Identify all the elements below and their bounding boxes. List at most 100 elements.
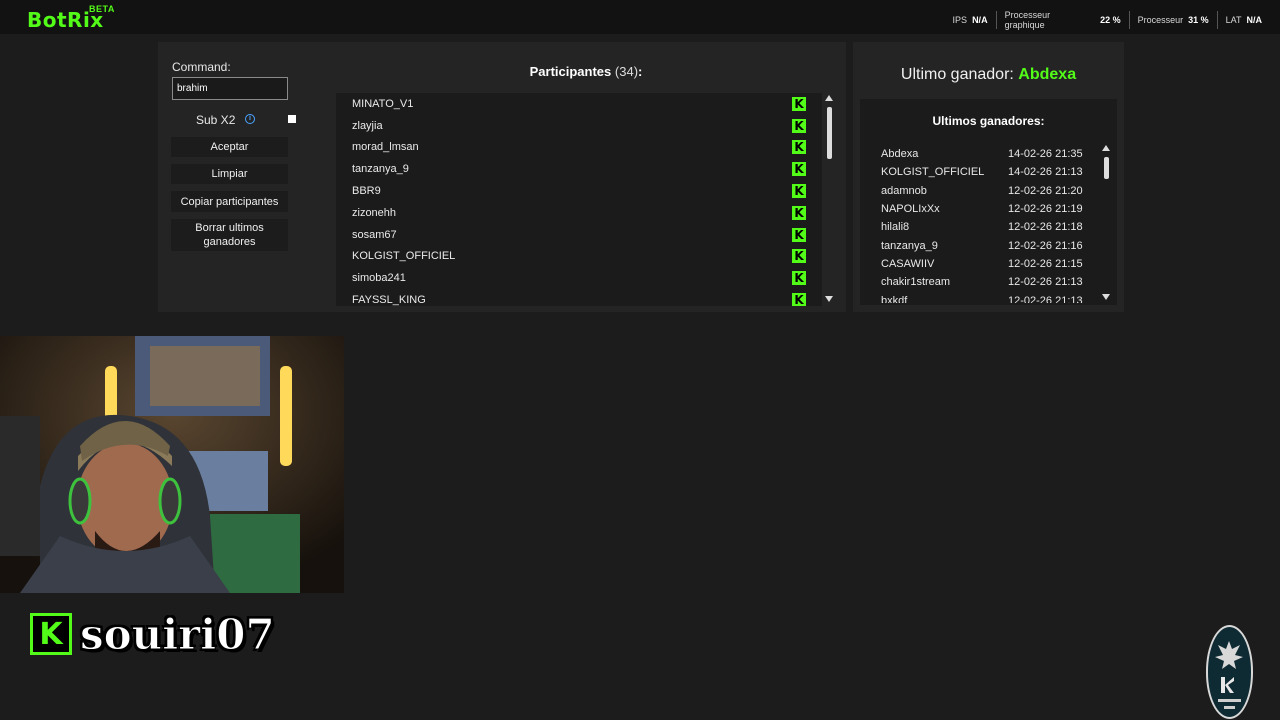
scroll-up-icon[interactable]: [1102, 145, 1110, 151]
winner-date: 12-02-26 21:20: [1008, 184, 1083, 197]
info-icon[interactable]: i: [245, 114, 255, 124]
top-bar: BotRix BETA IPS N/A Processeur graphique…: [0, 0, 1280, 34]
command-label: Command:: [172, 60, 231, 74]
performance-stats: IPS N/A Processeur graphique 22 % Proces…: [945, 10, 1270, 30]
participants-list[interactable]: MINATO_V1 Kzlayjia Kmorad_lmsan Ktanzanya_9…: [336, 93, 822, 306]
kick-icon: K: [792, 293, 806, 306]
gpu-value: 22 %: [1100, 15, 1121, 25]
gpu-label: Processeur graphique: [1005, 10, 1051, 30]
participant-name: FAYSSL_KING: [352, 294, 426, 306]
kick-icon: K: [792, 140, 806, 155]
winner-row: tanzanya_9 12-02-26 21:16: [881, 236, 1101, 254]
scroll-thumb[interactable]: [827, 107, 832, 159]
participant-row[interactable]: sosam67 K: [336, 224, 822, 246]
participant-name: BBR9: [352, 185, 381, 198]
winner-date: 12-02-26 21:13: [1008, 276, 1083, 289]
last-winner-name: Abdexa: [1018, 66, 1077, 83]
participant-row[interactable]: morad_lmsan K: [336, 137, 822, 159]
winner-date: 12-02-26 21:19: [1008, 203, 1083, 216]
participant-row[interactable]: zizonehh K: [336, 202, 822, 224]
participant-name: tanzanya_9: [352, 163, 409, 176]
participant-row[interactable]: BBR9 K: [336, 180, 822, 202]
participant-name: morad_lmsan: [352, 141, 419, 154]
cpu-stat: Processeur 31 %: [1128, 11, 1217, 29]
participant-row[interactable]: MINATO_V1 K: [336, 93, 822, 115]
kick-icon: K: [792, 205, 806, 220]
winners-panel: Ultimo ganador: Abdexa Ultimos ganadores…: [853, 42, 1124, 312]
winner-date: 12-02-26 21:15: [1008, 257, 1083, 270]
winner-row: adamnob 12-02-26 21:20: [881, 182, 1101, 200]
winner-name: tanzanya_9: [881, 239, 938, 252]
winner-row: CASAWIIV 12-02-26 21:15: [881, 255, 1101, 273]
winner-name: hilali8: [881, 221, 910, 234]
scroll-thumb[interactable]: [1104, 157, 1109, 179]
sub-x2-label: Sub X2: [196, 113, 236, 127]
participant-row[interactable]: tanzanya_9 K: [336, 158, 822, 180]
participant-row[interactable]: KOLGIST_OFFICIEL K: [336, 246, 822, 268]
last-winners-box: Ultimos ganadores: Abdexa 14-02-26 21:35 K…: [860, 99, 1117, 305]
participants-title-colon: :: [638, 64, 643, 79]
winner-row: bxkdf 12-02-26 21:13: [881, 291, 1101, 303]
winner-date: 14-02-26 21:35: [1008, 148, 1083, 161]
gpu-label-line1: Processeur: [1004, 10, 1051, 20]
winner-date: 12-02-26 21:18: [1008, 221, 1083, 234]
last-winners-title: Ultimos ganadores:: [932, 114, 1045, 128]
winner-name: KOLGIST_OFFICIEL: [881, 166, 985, 179]
cpu-value: 31 %: [1188, 15, 1209, 25]
delete-last-winners-button[interactable]: Borrar ultimos ganadores: [171, 219, 288, 251]
clear-button[interactable]: Limpiar: [171, 164, 288, 184]
participant-name: zizonehh: [352, 206, 397, 219]
last-winner-heading: Ultimo ganador: Abdexa: [853, 66, 1124, 84]
participant-name: zlayjia: [352, 119, 383, 132]
gpu-label-line2: graphique: [1004, 20, 1045, 30]
kick-icon: K: [792, 227, 806, 242]
webcam-feed: [0, 336, 344, 593]
participant-row[interactable]: FAYSSL_KING K: [336, 289, 822, 306]
copy-participants-button[interactable]: Copiar participantes: [171, 191, 288, 212]
winner-row: Abdexa 14-02-26 21:35: [881, 145, 1101, 163]
kick-icon: K: [792, 96, 806, 111]
phoenix-emblem-icon: [1215, 641, 1243, 709]
participant-name: sosam67: [352, 228, 397, 241]
participant-name: KOLGIST_OFFICIEL: [352, 250, 456, 263]
winner-row: KOLGIST_OFFICIEL 14-02-26 21:13: [881, 163, 1101, 181]
participant-row[interactable]: zlayjia K: [336, 115, 822, 137]
ips-label: IPS: [952, 15, 968, 25]
winner-name: chakir1stream: [881, 276, 951, 289]
last-winners-list[interactable]: Abdexa 14-02-26 21:35 KOLGIST_OFFICIEL 14-0…: [881, 145, 1101, 303]
webcam-image: [0, 336, 344, 593]
lat-value: N/A: [1246, 15, 1263, 25]
scroll-down-icon[interactable]: [825, 296, 833, 302]
latency-stat: LAT N/A: [1216, 11, 1270, 29]
kick-icon: K: [792, 184, 806, 199]
participants-count: (34): [614, 64, 639, 79]
winner-date: 12-02-26 21:13: [1008, 294, 1083, 303]
winner-row: NAPOLIxXx 12-02-26 21:19: [881, 200, 1101, 218]
kick-icon: K: [792, 118, 806, 133]
participant-name: simoba241: [352, 272, 406, 285]
giveaway-panel: Command: Sub X2 i Aceptar Limpiar Copiar…: [158, 42, 846, 312]
gpu-stat: Processeur graphique 22 %: [995, 10, 1129, 30]
participants-title-text: Participantes: [529, 64, 612, 79]
winners-scrollbar[interactable]: [1102, 145, 1110, 300]
winner-name: bxkdf: [881, 294, 908, 303]
streamer-username: souiri07: [80, 609, 276, 659]
streamer-overlay: K souiri07: [30, 609, 275, 659]
sub-x2-checkbox[interactable]: [288, 115, 296, 123]
winner-date: 14-02-26 21:13: [1008, 166, 1083, 179]
kick-icon: K: [792, 271, 806, 286]
winner-name: Abdexa: [881, 148, 919, 161]
participants-scrollbar[interactable]: [825, 95, 833, 302]
command-input[interactable]: [172, 77, 288, 100]
winner-name: adamnob: [881, 184, 927, 197]
participants-title: Participantes (34):: [336, 64, 836, 79]
channel-logo-icon: [1206, 625, 1253, 719]
accept-button[interactable]: Aceptar: [171, 137, 288, 157]
winner-date: 12-02-26 21:16: [1008, 239, 1083, 252]
winner-row: chakir1stream 12-02-26 21:13: [881, 273, 1101, 291]
scroll-up-icon[interactable]: [825, 95, 833, 101]
participant-row[interactable]: simoba241 K: [336, 267, 822, 289]
scroll-down-icon[interactable]: [1102, 294, 1110, 300]
kick-icon: K: [792, 162, 806, 177]
cpu-label: Processeur: [1137, 15, 1184, 25]
